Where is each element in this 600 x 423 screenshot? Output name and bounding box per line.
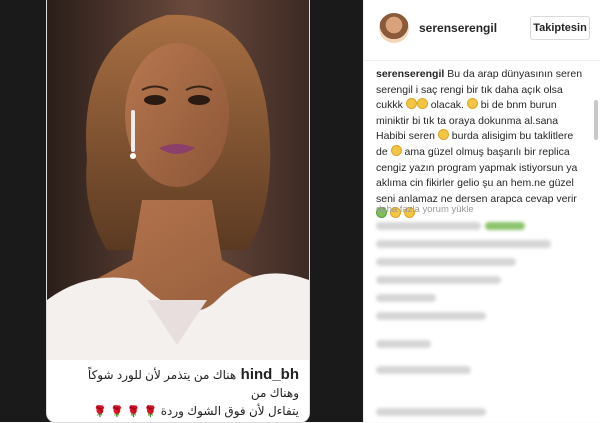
- load-more-comments[interactable]: daha fazla yorum yükle: [376, 204, 474, 215]
- following-button[interactable]: Takiptesin: [530, 16, 590, 40]
- rose-icons: 🌹 🌹 🌹 🌹: [93, 406, 158, 418]
- smile-emoji-icon: [390, 144, 402, 156]
- post-card: hind_bh هناك من يتذمر لأن للورد شوكاً وه…: [46, 0, 310, 423]
- blurred-comment: [376, 294, 436, 302]
- blurred-comment: [376, 340, 431, 348]
- caption-text-line2: يتفاءل لأن فوق الشوك وردة: [160, 404, 299, 418]
- comment-username[interactable]: serenserengil: [376, 68, 444, 80]
- blurred-comment: [376, 258, 516, 266]
- scrollbar[interactable]: [594, 100, 598, 140]
- laughing-emoji-icon: [416, 98, 428, 110]
- avatar[interactable]: [379, 13, 409, 43]
- post-header: serenserengil Takiptesin: [364, 0, 600, 61]
- blurred-emoji: [485, 222, 525, 230]
- blurred-comment: [376, 312, 486, 320]
- blurred-comment: [376, 408, 486, 416]
- blurred-comment: [376, 276, 501, 284]
- blurred-comment: [376, 366, 471, 374]
- caption-username[interactable]: hind_bh: [241, 366, 299, 383]
- post-media: hind_bh هناك من يتذمر لأن للورد شوكاً وه…: [0, 0, 363, 423]
- comment-text-5: ama güzel olmuş başarılı bir replica cen…: [376, 145, 578, 205]
- post-caption: hind_bh هناك من يتذمر لأن للورد شوكاً وه…: [47, 360, 309, 422]
- smile-emoji-icon: [466, 98, 478, 110]
- smile-emoji-icon: [437, 129, 449, 141]
- blurred-comment: [376, 240, 551, 248]
- comments-panel: serenserengil Takiptesin serenserengil B…: [363, 0, 600, 422]
- post-photo: [47, 0, 309, 360]
- blurred-comment: [376, 222, 481, 230]
- comment-text-2: olacak.: [430, 99, 467, 112]
- header-username[interactable]: serenserengil: [419, 21, 497, 35]
- caption-comment: serenserengil Bu da arap dünyasının sere…: [376, 67, 586, 223]
- laughing-emoji-icon: [405, 98, 417, 110]
